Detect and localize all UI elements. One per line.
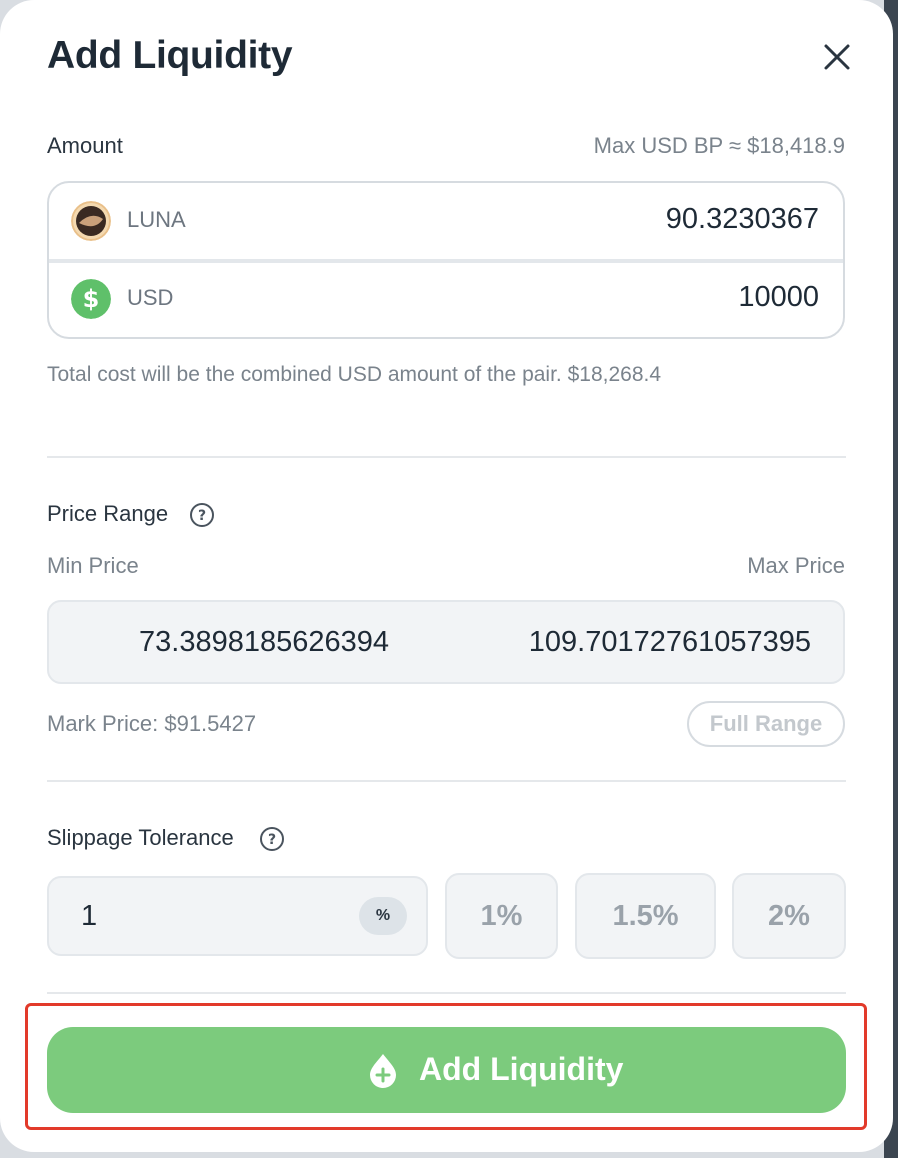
mark-price: Mark Price: $91.5427 [47,711,257,736]
slippage-label: Slippage Tolerance [47,825,234,850]
close-icon[interactable] [818,38,856,76]
add-liquidity-modal: Add Liquidity Amount Max USD BP ≈ $18,41… [0,0,893,1152]
price-range-label: Price Range [47,501,169,526]
total-cost-note: Total cost will be the combined USD amou… [47,363,662,386]
dollar-icon: $ [71,279,111,319]
luna-icon [71,201,111,241]
amount-input-group: LUNA 90.3230367 $ USD 10000 [47,181,845,339]
svg-text:$: $ [83,285,100,313]
max-price-input[interactable]: 109.70172761057395 [529,626,811,659]
max-usd-bp: Max USD BP ≈ $18,418.9 [593,133,845,158]
max-price-label: Max Price [747,553,845,578]
svg-text:?: ? [268,832,276,848]
slippage-value[interactable]: 1 [81,900,97,933]
luna-token-name: LUNA [127,207,186,232]
luna-amount-input[interactable]: 90.3230367 [666,203,819,236]
usd-amount-row[interactable]: $ USD 10000 [49,263,843,337]
help-icon[interactable]: ? [259,826,285,852]
modal-title: Add Liquidity [47,34,293,77]
svg-text:?: ? [198,508,206,524]
usd-token-name: USD [127,285,174,310]
highlight-box [25,1003,867,1130]
percent-unit-badge: % [359,897,407,935]
full-range-button[interactable]: Full Range [687,701,845,747]
help-icon[interactable]: ? [189,502,215,528]
usd-amount-input[interactable]: 10000 [738,281,819,314]
slippage-preset-1-5[interactable]: 1.5% [575,873,716,959]
min-price-input[interactable]: 73.3898185626394 [139,626,389,659]
section-divider [47,456,846,458]
min-price-label: Min Price [47,553,139,578]
price-range-inputs: 73.3898185626394 109.70172761057395 [47,600,845,684]
luna-amount-row[interactable]: LUNA 90.3230367 [49,183,843,261]
slippage-input[interactable]: 1 % [47,876,428,956]
section-divider [47,780,846,782]
slippage-preset-2[interactable]: 2% [732,873,846,959]
amount-label: Amount [47,133,123,158]
section-divider [47,992,846,994]
slippage-preset-1[interactable]: 1% [445,873,558,959]
